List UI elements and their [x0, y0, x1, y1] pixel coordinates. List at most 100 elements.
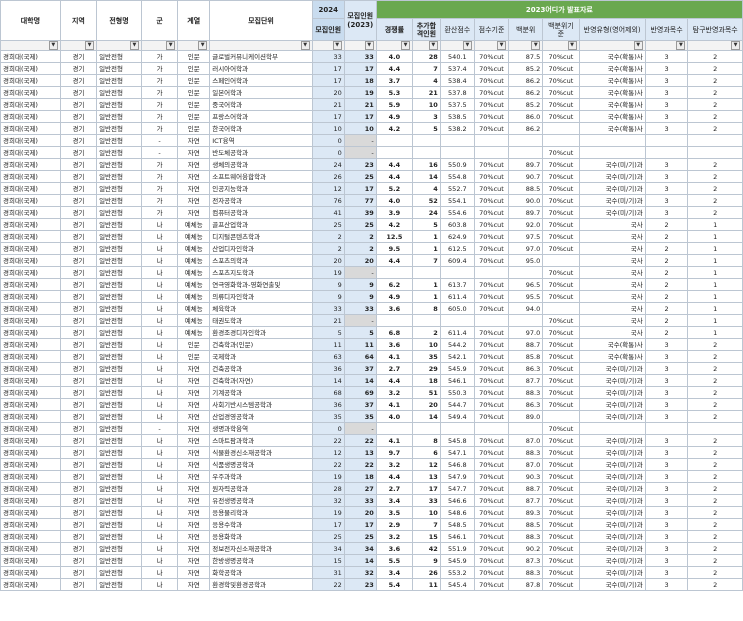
cell-unit[interactable]: 환경학및환경공학과: [209, 578, 313, 591]
cell-group[interactable]: -: [140, 146, 179, 159]
cell-unit[interactable]: 응용물리학과: [209, 506, 313, 519]
cell-basis[interactable]: 70%cut: [473, 434, 510, 447]
cell-unit[interactable]: 소프트웨어융합학과: [209, 170, 313, 183]
cell-pct[interactable]: 85.2: [508, 62, 544, 75]
cell-univ[interactable]: 경희대(국제): [0, 110, 61, 123]
cell-pct-basis[interactable]: 70%cut: [542, 218, 580, 231]
cell-reflect-n[interactable]: 3: [644, 170, 689, 183]
cell-reflect-n[interactable]: 3: [644, 506, 689, 519]
cell-quota-2024[interactable]: 17: [311, 74, 345, 87]
cell-reflect-n[interactable]: 2: [644, 314, 689, 327]
cell-region[interactable]: 경기: [59, 194, 98, 207]
cell-pct[interactable]: 86.3: [508, 362, 544, 375]
cell-quota-2024[interactable]: 36: [311, 398, 345, 411]
cell-pct-basis[interactable]: 70%cut: [542, 518, 580, 531]
cell-pct[interactable]: 85.2: [508, 98, 544, 111]
cell-track[interactable]: 일반전형: [96, 98, 142, 111]
cell-group[interactable]: 가: [140, 86, 179, 99]
cell-reflect[interactable]: 국사: [578, 278, 646, 291]
cell-comp[interactable]: 6.2: [375, 278, 414, 291]
cell-pct[interactable]: [508, 314, 544, 327]
cell-track[interactable]: 일반전형: [96, 290, 142, 303]
cell-extra[interactable]: 35: [412, 350, 441, 363]
cell-inq-n[interactable]: 2: [687, 86, 743, 99]
cell-basis[interactable]: 70%cut: [473, 326, 510, 339]
cell-basis[interactable]: 70%cut: [473, 158, 510, 171]
filter-dropdown-icon[interactable]: ▼: [401, 41, 411, 50]
cell-quota-2024[interactable]: 20: [311, 254, 345, 267]
cell-field[interactable]: 자연: [177, 374, 211, 387]
cell-quota-2023[interactable]: 37: [343, 362, 377, 375]
cell-group[interactable]: 나: [140, 326, 179, 339]
cell-extra[interactable]: 1: [412, 230, 441, 243]
cell-conv[interactable]: 537.4: [439, 62, 475, 75]
cell-inq-n[interactable]: 2: [687, 506, 743, 519]
cell-inq-n[interactable]: 1: [687, 266, 743, 279]
cell-quota-2024[interactable]: 22: [311, 434, 345, 447]
cell-pct-basis[interactable]: [542, 134, 580, 147]
filter-dropdown-icon[interactable]: ▼: [731, 41, 740, 50]
cell-quota-2023[interactable]: 25: [343, 530, 377, 543]
cell-inq-n[interactable]: [687, 146, 743, 159]
cell-pct[interactable]: 94.0: [508, 302, 544, 315]
cell-reflect-n[interactable]: 3: [644, 122, 689, 135]
cell-reflect[interactable]: 국사: [578, 314, 646, 327]
cell-pct-basis[interactable]: 70%cut: [542, 530, 580, 543]
cell-unit[interactable]: 반도체공학과: [209, 146, 313, 159]
cell-track[interactable]: 일반전형: [96, 146, 142, 159]
cell-quota-2024[interactable]: 76: [311, 194, 345, 207]
cell-track[interactable]: 일반전형: [96, 554, 142, 567]
cell-field[interactable]: 인문: [177, 338, 211, 351]
cell-extra[interactable]: 7: [412, 62, 441, 75]
cell-reflect[interactable]: 국수(미/기)과: [578, 446, 646, 459]
cell-field[interactable]: 예체능: [177, 230, 211, 243]
cell-extra[interactable]: 3: [412, 110, 441, 123]
cell-unit[interactable]: 태권도학과: [209, 314, 313, 327]
cell-conv[interactable]: [439, 266, 475, 279]
cell-comp[interactable]: 4.0: [375, 410, 414, 423]
cell-group[interactable]: 나: [140, 254, 179, 267]
cell-reflect-n[interactable]: 3: [644, 62, 689, 75]
cell-pct[interactable]: 88.5: [508, 518, 544, 531]
cell-pct-basis[interactable]: 70%cut: [542, 398, 580, 411]
cell-inq-n[interactable]: 2: [687, 350, 743, 363]
cell-reflect[interactable]: 국수(확통)사: [578, 338, 646, 351]
cell-basis[interactable]: 70%cut: [473, 410, 510, 423]
cell-group[interactable]: 나: [140, 566, 179, 579]
cell-pct-basis[interactable]: 70%cut: [542, 566, 580, 579]
cell-region[interactable]: 경기: [59, 266, 98, 279]
cell-region[interactable]: 경기: [59, 398, 98, 411]
cell-reflect-n[interactable]: 2: [644, 278, 689, 291]
cell-pct-basis[interactable]: 70%cut: [542, 338, 580, 351]
cell-pct[interactable]: 90.0: [508, 194, 544, 207]
cell-region[interactable]: 경기: [59, 482, 98, 495]
cell-basis[interactable]: 70%cut: [473, 290, 510, 303]
cell-comp[interactable]: 4.0: [375, 50, 414, 63]
cell-unit[interactable]: 산업경영공학과: [209, 410, 313, 423]
cell-pct-basis[interactable]: 70%cut: [542, 554, 580, 567]
cell-track[interactable]: 일반전형: [96, 494, 142, 507]
cell-extra[interactable]: 8: [412, 434, 441, 447]
cell-univ[interactable]: 경희대(국제): [0, 458, 61, 471]
cell-group[interactable]: 나: [140, 374, 179, 387]
cell-quota-2024[interactable]: 10: [311, 122, 345, 135]
cell-quota-2024[interactable]: 14: [311, 374, 345, 387]
cell-conv[interactable]: 537.8: [439, 86, 475, 99]
cell-unit[interactable]: 골프산업학과: [209, 218, 313, 231]
cell-basis[interactable]: 70%cut: [473, 62, 510, 75]
cell-quota-2023[interactable]: 33: [343, 302, 377, 315]
cell-pct-basis[interactable]: 70%cut: [542, 182, 580, 195]
cell-group[interactable]: -: [140, 422, 179, 435]
cell-extra[interactable]: 14: [412, 410, 441, 423]
cell-quota-2024[interactable]: 19: [311, 506, 345, 519]
cell-group[interactable]: 나: [140, 554, 179, 567]
cell-group[interactable]: 나: [140, 350, 179, 363]
filter-dropdown-icon[interactable]: ▼: [166, 41, 176, 50]
cell-comp[interactable]: [375, 134, 414, 147]
cell-quota-2023[interactable]: 23: [343, 158, 377, 171]
cell-quota-2024[interactable]: 32: [311, 494, 345, 507]
cell-comp[interactable]: 3.6: [375, 542, 414, 555]
cell-field[interactable]: 자연: [177, 482, 211, 495]
cell-reflect[interactable]: 국수(미/기)과: [578, 506, 646, 519]
cell-quota-2024[interactable]: 17: [311, 62, 345, 75]
